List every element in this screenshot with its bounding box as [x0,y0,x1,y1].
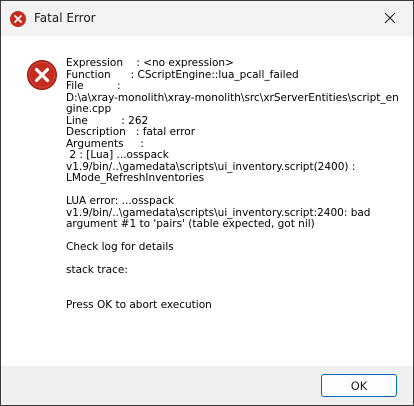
close-icon [384,12,396,24]
message-line: Expression : <no expression> [66,57,234,69]
title-bar[interactable]: Fatal Error [1,1,413,36]
message-line: LMode_RefreshInventories [66,172,205,184]
message-line [66,288,401,300]
dialog-footer: OK [1,366,413,405]
fatal-error-dialog: Fatal Error Expression : <no expression>… [0,0,414,406]
message-line: stack trace: [66,264,128,276]
message-line: File : [66,80,121,92]
message-line: Press OK to abort execution [66,298,212,311]
ok-button[interactable]: OK [321,374,397,397]
error-message: Expression : <no expression> Function : … [66,57,401,311]
message-line [66,277,401,289]
message-line: argument #1 to 'pairs' (table expected, … [66,218,315,230]
error-icon [26,59,58,91]
message-line: D:\a\xray-monolith\xray-monolith\src\xrS… [66,91,399,115]
close-button[interactable] [367,1,413,36]
message-line: Check log for details [66,241,174,253]
dialog-content: Expression : <no expression> Function : … [1,36,413,366]
message-line: 2 : [Lua] ...osspack [66,149,169,161]
message-line: Description : fatal error [66,126,196,138]
message-line: LUA error: ...osspack [66,195,174,207]
window-title: Fatal Error [34,11,96,25]
error-title-icon [10,11,26,27]
